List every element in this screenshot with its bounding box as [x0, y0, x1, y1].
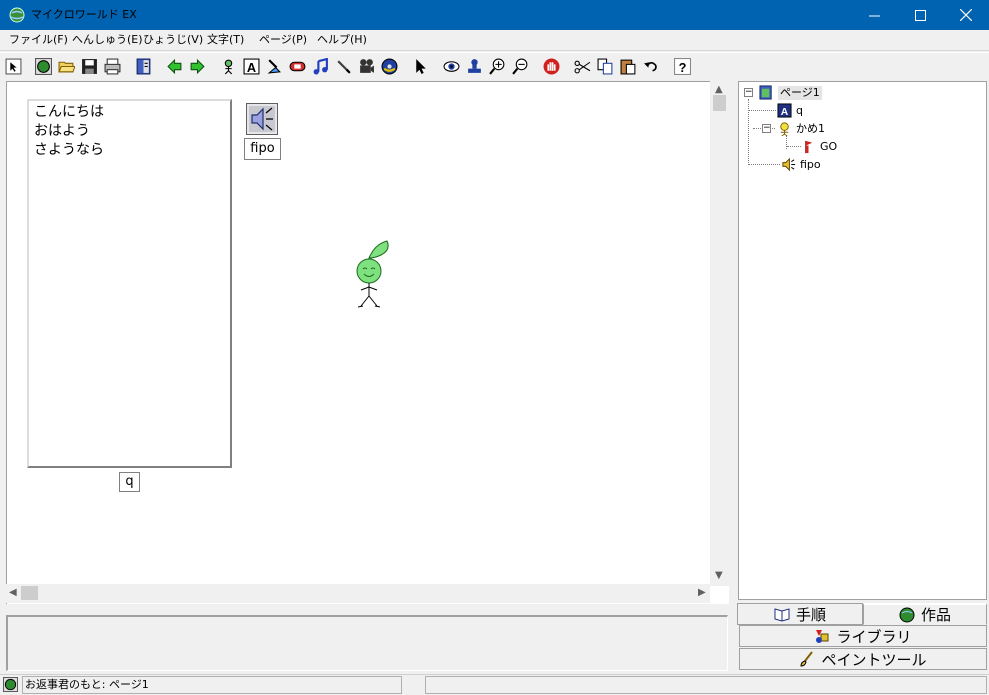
- turtle-character-icon[interactable]: [347, 238, 395, 312]
- close-icon: [960, 9, 972, 21]
- svg-text:?: ?: [679, 60, 687, 75]
- maximize-button[interactable]: [897, 0, 943, 30]
- flag-icon: [805, 140, 813, 154]
- globe-icon: [899, 607, 915, 622]
- tab-paint-tools[interactable]: ペイントツール: [739, 648, 987, 670]
- svg-text:A: A: [781, 107, 789, 118]
- scroll-right-icon[interactable]: ▶: [698, 587, 706, 599]
- stop-hand-icon[interactable]: [541, 56, 562, 77]
- svg-text:A: A: [247, 60, 256, 75]
- paint-icon[interactable]: [264, 56, 285, 77]
- vertical-scrollbar[interactable]: [710, 81, 729, 586]
- tree-node-q[interactable]: A q: [777, 103, 803, 118]
- shapes-icon: [816, 630, 829, 643]
- tree-node-page[interactable]: ページ1: [759, 85, 822, 100]
- horizontal-scroll-thumb[interactable]: [21, 586, 38, 600]
- tab-works-label: 作品: [920, 606, 951, 624]
- scroll-left-icon[interactable]: ◀: [9, 587, 17, 599]
- window-title: マイクロワールド EX: [31, 8, 137, 21]
- tree-label-turtle: かめ1: [796, 121, 825, 135]
- page-icon: [759, 85, 772, 100]
- scroll-down-icon[interactable]: ▼: [715, 570, 723, 582]
- tree-collapse-page[interactable]: −: [744, 88, 753, 97]
- minimize-icon: [868, 15, 880, 16]
- list-line: さようなら: [34, 142, 104, 158]
- tree-label-fipo: fipo: [800, 157, 821, 171]
- new-turtle-icon[interactable]: [218, 56, 239, 77]
- button-icon[interactable]: [287, 56, 308, 77]
- open-folder-icon[interactable]: [56, 56, 77, 77]
- list-line: おはよう: [34, 123, 90, 139]
- tree-node-fipo[interactable]: fipo: [781, 157, 821, 172]
- menu-text[interactable]: 文字(T): [206, 33, 245, 47]
- list-line: こんにちは: [34, 104, 104, 120]
- tab-works[interactable]: 作品: [863, 603, 987, 625]
- vertical-scroll-thumb[interactable]: [713, 95, 726, 111]
- eye-icon[interactable]: [441, 56, 462, 77]
- sound-caption: fipo: [244, 138, 281, 160]
- copy-icon[interactable]: [595, 56, 616, 77]
- globe-icon[interactable]: [33, 56, 54, 77]
- menu-edit[interactable]: へんしゅう(E): [71, 33, 144, 47]
- back-arrow-icon[interactable]: [164, 56, 185, 77]
- book-open-icon: [774, 608, 790, 622]
- tree-label-go: GO: [820, 139, 838, 153]
- edit-pen-icon[interactable]: [333, 56, 354, 77]
- status-panel-right: [425, 676, 987, 694]
- zoom-in-icon[interactable]: [487, 56, 508, 77]
- list-box-caption: q: [119, 472, 140, 492]
- close-button[interactable]: [943, 0, 989, 30]
- music-icon[interactable]: [310, 56, 331, 77]
- cd-icon[interactable]: [379, 56, 400, 77]
- print-icon[interactable]: [102, 56, 123, 77]
- tab-steps-label: 手順: [795, 605, 826, 624]
- video-icon[interactable]: [356, 56, 377, 77]
- undo-icon[interactable]: [641, 56, 662, 77]
- menu-page[interactable]: ページ(P): [258, 33, 308, 47]
- maximize-icon: [914, 9, 926, 21]
- menu-file[interactable]: ファイル(F): [8, 33, 69, 47]
- tree-label-page: ページ1: [778, 85, 822, 100]
- tab-library[interactable]: ライブラリ: [739, 625, 987, 647]
- tab-steps[interactable]: 手順: [737, 603, 863, 625]
- tree-node-go[interactable]: GO: [801, 139, 837, 154]
- horizontal-scrollbar[interactable]: [6, 584, 710, 603]
- cut-icon[interactable]: [572, 56, 593, 77]
- toolbar: A ?: [0, 52, 989, 80]
- status-globe-icon: [3, 677, 18, 692]
- zoom-out-icon[interactable]: [510, 56, 531, 77]
- brush-icon: [800, 651, 814, 667]
- book-icon[interactable]: [133, 56, 154, 77]
- app-globe-icon: [9, 7, 25, 23]
- menu-view[interactable]: ひょうじ(V): [142, 33, 204, 47]
- turtle-icon: [780, 122, 789, 136]
- command-center-panel[interactable]: [6, 615, 728, 671]
- tab-paint-tools-label: ペイントツール: [821, 650, 927, 669]
- tree-label-q: q: [796, 103, 803, 117]
- minimize-button[interactable]: [851, 0, 897, 30]
- tree-node-turtle[interactable]: かめ1: [777, 121, 825, 136]
- list-text-box[interactable]: こんにちは おはよう さようなら: [27, 99, 232, 468]
- title-bar: [0, 0, 989, 30]
- select-arrow-icon[interactable]: [410, 56, 431, 77]
- paste-icon[interactable]: [618, 56, 639, 77]
- menu-help[interactable]: ヘルプ(H): [316, 33, 368, 47]
- help-icon[interactable]: ?: [672, 56, 693, 77]
- stamp-icon[interactable]: [464, 56, 485, 77]
- text-box-icon[interactable]: A: [241, 56, 262, 77]
- menu-bar: ファイル(F) へんしゅう(E) ひょうじ(V) 文字(T) ページ(P) ヘル…: [0, 30, 989, 51]
- object-tree-panel[interactable]: − ページ1 A q − かめ1 GO fipo: [738, 81, 987, 600]
- speaker-icon[interactable]: [246, 103, 278, 135]
- tab-library-label: ライブラリ: [836, 627, 912, 646]
- speaker-icon: [782, 157, 796, 172]
- status-text: お返事君のもと: ページ1: [22, 676, 402, 694]
- pointer-small-icon[interactable]: [3, 56, 24, 77]
- forward-arrow-icon[interactable]: [187, 56, 208, 77]
- tree-collapse-turtle[interactable]: −: [762, 124, 771, 133]
- save-icon[interactable]: [79, 56, 100, 77]
- text-box-icon: A: [777, 103, 792, 118]
